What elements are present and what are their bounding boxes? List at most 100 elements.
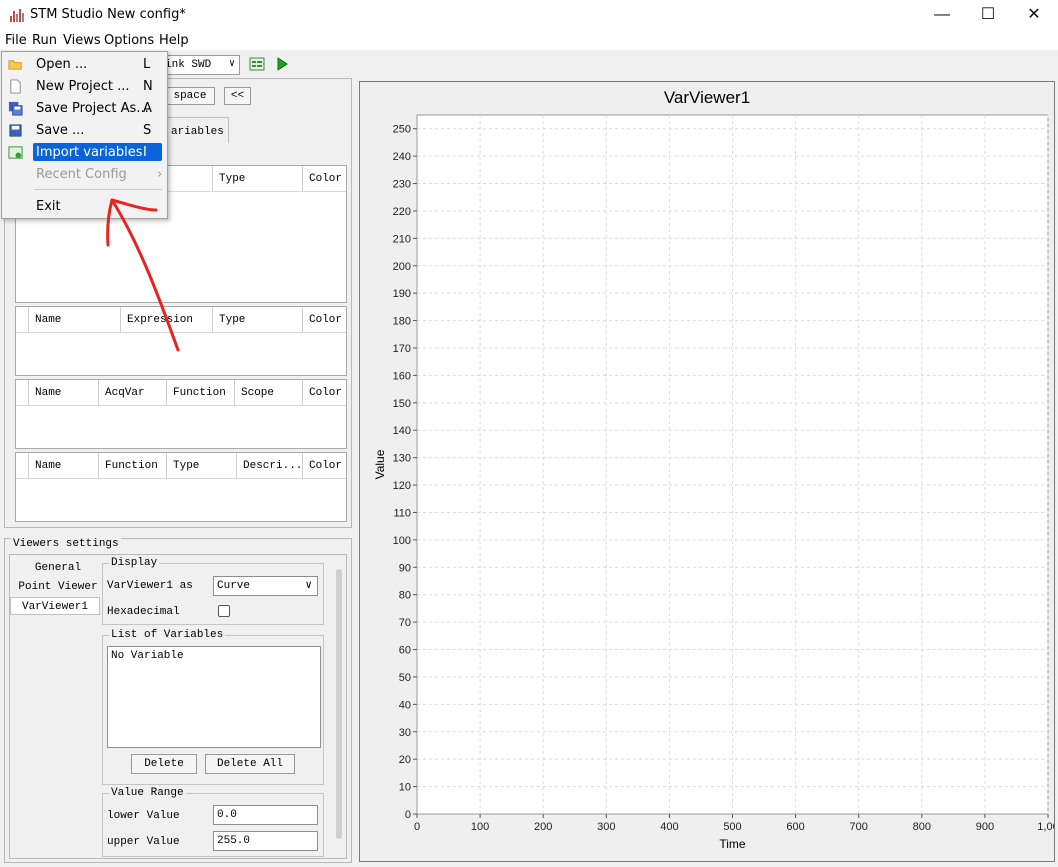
menu-item-exit[interactable]: Exit: [2, 196, 167, 218]
column-header[interactable]: Descri...: [236, 453, 302, 479]
y-tick-label: 170: [393, 343, 411, 355]
column-header[interactable]: Name: [28, 380, 98, 406]
column-header[interactable]: Function: [166, 380, 234, 406]
menu-views[interactable]: Views: [63, 33, 101, 48]
y-tick-label: 110: [393, 507, 411, 519]
collapse-button[interactable]: <<: [224, 87, 251, 105]
column-header[interactable]: Name: [28, 453, 98, 479]
column-header[interactable]: Type: [166, 453, 236, 479]
app-icon: [10, 8, 24, 22]
menu-item-recent-config[interactable]: Recent Config ›: [2, 164, 167, 186]
y-tick-label: 70: [399, 617, 411, 629]
x-tick-label: 1,00: [1037, 821, 1054, 833]
x-tick-label: 700: [850, 821, 868, 833]
variables-list[interactable]: No Variable: [107, 646, 321, 748]
menu-item-shortcut: N: [143, 79, 153, 94]
x-tick-label: 500: [723, 821, 741, 833]
display-group: Display VarViewer1 as Curve ∨ Hexadecima…: [102, 557, 324, 625]
viewer-type-select[interactable]: Curve ∨: [213, 576, 318, 596]
delete-button[interactable]: Delete: [131, 754, 197, 774]
settings-scrollbar[interactable]: [336, 569, 342, 839]
viewer-type-value: Curve: [217, 580, 251, 592]
functions-table: Name Function Type Descri... Color: [15, 452, 347, 522]
y-tick-label: 180: [393, 316, 411, 328]
y-tick-label: 10: [399, 782, 411, 794]
menu-file[interactable]: File: [5, 33, 27, 48]
viewer-as-label: VarViewer1 as: [107, 580, 193, 592]
menu-help[interactable]: Help: [159, 33, 189, 48]
menu-item-label: Import variables: [36, 145, 143, 160]
column-header[interactable]: Scope: [234, 380, 302, 406]
y-axis-label: Value: [373, 449, 387, 479]
y-tick-label: 200: [393, 261, 411, 273]
column-header[interactable]: Function: [98, 453, 166, 479]
menu-separator: [34, 189, 162, 190]
column-header[interactable]: Type: [212, 307, 302, 333]
close-button[interactable]: ✕: [1011, 0, 1057, 30]
chevron-down-icon: ∨: [228, 59, 235, 70]
menu-item-label: Save Project As...: [36, 101, 149, 116]
maximize-button[interactable]: ☐: [965, 0, 1011, 30]
x-tick-label: 200: [534, 821, 552, 833]
acquisition-table: Name AcqVar Function Scope Color: [15, 379, 347, 449]
menu-options[interactable]: Options: [104, 33, 154, 48]
config-icon[interactable]: [249, 56, 265, 72]
varviewer-chart: 0 10 20 30 40 50 60 70 80 90 100 110 120 130 140 150 160…: [359, 81, 1055, 862]
import-icon: [8, 146, 23, 159]
menu-item-new-project[interactable]: New Project ... N: [2, 76, 167, 98]
column-header[interactable]: Type: [212, 166, 302, 192]
x-tick-label: 900: [976, 821, 994, 833]
column-header[interactable]: Color: [302, 380, 346, 406]
hexadecimal-label: Hexadecimal: [107, 606, 180, 618]
workspace-button[interactable]: space: [165, 87, 215, 105]
play-icon[interactable]: [274, 56, 290, 72]
menu-item-save-project-as[interactable]: Save Project As... A: [2, 98, 167, 120]
probe-combo[interactable]: ink SWD ∨: [160, 55, 240, 75]
y-tick-label: 220: [393, 206, 411, 218]
x-axis-label: Time: [719, 837, 746, 851]
minimize-button[interactable]: —: [919, 0, 965, 30]
menu-item-import-variables[interactable]: Import variables I: [2, 142, 167, 164]
expressions-table: Name Expression Type Color: [15, 306, 347, 376]
y-tick-label: 50: [399, 672, 411, 684]
menu-item-shortcut: L: [143, 57, 151, 72]
column-header[interactable]: Name: [28, 307, 120, 333]
hexadecimal-checkbox[interactable]: [218, 605, 230, 617]
value-range-group: Value Range lower Value 0.0 upper Value …: [102, 787, 324, 857]
menu-item-open[interactable]: Open ... L: [2, 54, 167, 76]
tab-point-viewer[interactable]: Point Viewer: [12, 578, 104, 596]
chevron-down-icon: ∨: [305, 580, 312, 592]
tab-varviewer1[interactable]: VarViewer1: [10, 597, 100, 615]
save-as-icon: [8, 101, 23, 116]
menu-item-save[interactable]: Save ... S: [2, 120, 167, 142]
x-tick-label: 800: [913, 821, 931, 833]
chart-title: VarViewer1: [663, 88, 751, 107]
menu-item-label: Exit: [36, 199, 61, 214]
column-header[interactable]: AcqVar: [98, 380, 166, 406]
y-tick-label: 140: [393, 425, 411, 437]
variables-list-title: List of Variables: [109, 629, 226, 641]
menu-run[interactable]: Run: [32, 33, 57, 48]
y-tick-label: 20: [399, 754, 411, 766]
x-tick-label: 100: [471, 821, 489, 833]
tab-variables[interactable]: ariables: [167, 117, 229, 143]
y-tick-label: 190: [393, 288, 411, 300]
column-header[interactable]: Color: [302, 307, 346, 333]
x-tick-label: 400: [660, 821, 678, 833]
y-tick-label: 210: [393, 233, 411, 245]
column-header[interactable]: Color: [302, 166, 346, 192]
menu-item-shortcut: I: [143, 145, 147, 160]
column-header[interactable]: Color: [302, 453, 346, 479]
tab-general[interactable]: General: [12, 559, 104, 577]
lower-value-input[interactable]: 0.0: [213, 805, 318, 825]
y-tick-label: 40: [399, 699, 411, 711]
y-tick-label: 90: [399, 562, 411, 574]
column-header[interactable]: Expression: [120, 307, 212, 333]
menu-item-shortcut: A: [143, 101, 152, 116]
x-tick-label: 0: [414, 821, 420, 833]
new-file-icon: [10, 79, 21, 94]
upper-value-input[interactable]: 255.0: [213, 831, 318, 851]
variables-list-group: List of Variables No Variable Delete Del…: [102, 629, 324, 785]
delete-all-button[interactable]: Delete All: [205, 754, 295, 774]
save-icon: [9, 124, 22, 137]
